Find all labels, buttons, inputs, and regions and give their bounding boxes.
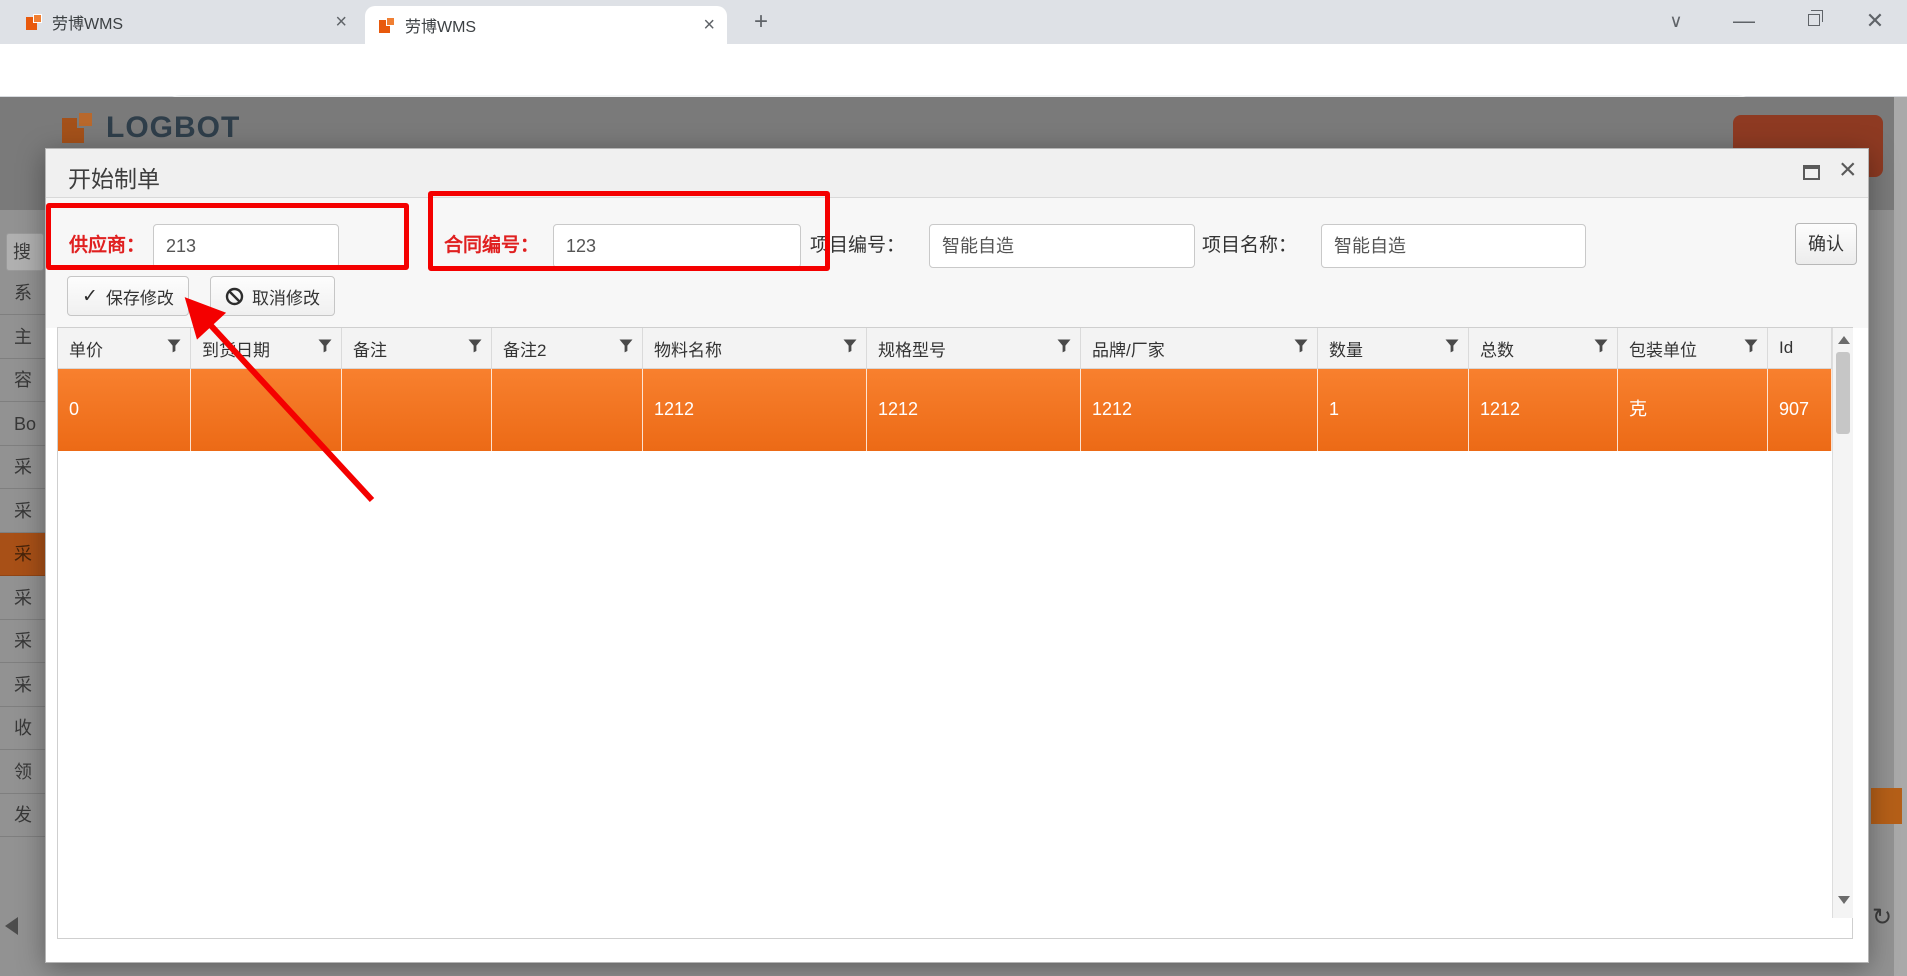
filter-funnel-icon[interactable]: [619, 338, 633, 358]
confirm-button[interactable]: 确认: [1795, 223, 1857, 265]
check-icon: ✓: [82, 285, 98, 307]
tab-strip: 劳博WMS × 劳博WMS × + ∨ — ✕: [0, 0, 1907, 44]
column-title: 规格型号: [878, 340, 946, 360]
grid-header-row: 单价 到货日期 备注 备注2 物料名称 规格型号 品牌/厂家 数量 总数 包装单位 Id: [58, 328, 1832, 369]
dialog-close-icon[interactable]: ×: [1839, 153, 1857, 187]
filter-funnel-icon[interactable]: [1294, 338, 1308, 358]
column-title: 包装单位: [1629, 340, 1697, 360]
field-input-4[interactable]: 智能自造: [1321, 224, 1586, 268]
scroll-down-icon[interactable]: [1838, 896, 1850, 904]
row-cell-包装单位: 克: [1618, 369, 1768, 451]
column-header-备注2[interactable]: 备注2: [492, 328, 643, 368]
column-header-物料名称[interactable]: 物料名称: [643, 328, 867, 368]
column-header-到货日期[interactable]: 到货日期: [191, 328, 342, 368]
save-changes-label: 保存修改: [105, 288, 174, 308]
field-label-3: 项目编号：: [810, 235, 906, 256]
site-favicon: [379, 17, 395, 33]
column-header-总数[interactable]: 总数: [1469, 328, 1618, 368]
row-cell-到货日期: [191, 369, 342, 451]
save-changes-button[interactable]: ✓ 保存修改: [67, 276, 189, 316]
column-title: 备注2: [503, 340, 547, 360]
column-header-数量[interactable]: 数量: [1318, 328, 1469, 368]
row-cell-数量: 1: [1318, 369, 1469, 451]
tab-title: 劳博WMS: [52, 16, 124, 33]
grid-vertical-scrollbar[interactable]: [1832, 328, 1853, 918]
filter-funnel-icon[interactable]: [1057, 338, 1071, 358]
tab-close-icon[interactable]: ×: [703, 15, 715, 35]
field-input-1[interactable]: 213: [153, 224, 339, 268]
column-title: 单价: [69, 340, 103, 360]
cancel-changes-label: 取消修改: [252, 288, 320, 308]
cancel-icon: [225, 287, 244, 305]
field-input-2[interactable]: 123: [553, 224, 801, 268]
page-refresh-icon[interactable]: ↻: [1872, 903, 1892, 932]
sidebar-search-input[interactable]: 搜: [6, 233, 44, 271]
dialog-maximize-icon[interactable]: [1803, 165, 1820, 180]
logbot-logo-icon: [62, 111, 96, 143]
column-header-品牌/厂家[interactable]: 品牌/厂家: [1081, 328, 1318, 368]
browser-toolbar: ← → ↻ i localhost:15129/Home/Index ☆ ⋮: [0, 44, 1907, 137]
filter-funnel-icon[interactable]: [1744, 338, 1758, 358]
browser-window: 劳博WMS × 劳博WMS × + ∨ — ✕ ← → ↻ i localhos…: [0, 0, 1907, 976]
column-header-包装单位[interactable]: 包装单位: [1618, 328, 1768, 368]
row-cell-物料名称: 1212: [643, 369, 867, 451]
field-label-1: 供应商：: [69, 235, 146, 256]
column-title: Id: [1779, 338, 1794, 357]
column-header-规格型号[interactable]: 规格型号: [867, 328, 1081, 368]
scroll-up-icon[interactable]: [1838, 336, 1850, 344]
row-cell-单价: 0: [58, 369, 191, 451]
row-cell-备注: [342, 369, 492, 451]
vertical-scroll-thumb[interactable]: [1836, 352, 1850, 434]
row-cell-备注2: [492, 369, 643, 451]
column-title: 品牌/厂家: [1092, 340, 1165, 360]
grid-selected-row[interactable]: 0 1212 1212 1212 1 1212 克 907: [58, 369, 1832, 451]
filter-funnel-icon[interactable]: [843, 338, 857, 358]
window-minimize-button[interactable]: —: [1726, 6, 1762, 36]
tab-2-active[interactable]: 劳博WMS ×: [365, 6, 727, 44]
start-order-dialog: 开始制单 × 确认 ✓ 保存修改 取消修改 单价 到货日期 备注 备注2 物料名称 规格型…: [45, 148, 1869, 963]
column-title: 备注: [353, 340, 387, 360]
tab-1[interactable]: 劳博WMS ×: [12, 0, 359, 44]
field-label-4: 项目名称：: [1202, 235, 1298, 256]
filter-funnel-icon[interactable]: [468, 338, 482, 358]
order-items-grid: 单价 到货日期 备注 备注2 物料名称 规格型号 品牌/厂家 数量 总数 包装单位 Id 0 1212…: [57, 327, 1853, 939]
tab-search-chevron-icon[interactable]: ∨: [1658, 6, 1694, 36]
row-cell-Id: 907: [1768, 369, 1832, 451]
dialog-title: 开始制单: [68, 166, 160, 192]
column-title: 总数: [1480, 340, 1514, 360]
tab-title: 劳博WMS: [405, 19, 477, 36]
column-title: 物料名称: [654, 340, 722, 360]
field-input-3[interactable]: 智能自造: [929, 224, 1195, 268]
filter-funnel-icon[interactable]: [1445, 338, 1459, 358]
column-header-单价[interactable]: 单价: [58, 328, 191, 368]
column-header-Id[interactable]: Id: [1768, 328, 1832, 368]
column-title: 到货日期: [202, 340, 270, 360]
row-cell-规格型号: 1212: [867, 369, 1081, 451]
logbot-logo: LOGBOT: [62, 111, 240, 145]
row-cell-品牌/厂家: 1212: [1081, 369, 1318, 451]
filter-funnel-icon[interactable]: [318, 338, 332, 358]
window-close-button[interactable]: ✕: [1857, 6, 1893, 36]
row-cell-总数: 1212: [1469, 369, 1618, 451]
new-tab-button[interactable]: +: [746, 8, 776, 38]
column-title: 数量: [1329, 340, 1363, 360]
tab-close-icon[interactable]: ×: [335, 12, 347, 32]
site-favicon: [26, 14, 42, 30]
sidebar-collapse-icon[interactable]: [5, 917, 18, 935]
cancel-changes-button[interactable]: 取消修改: [210, 276, 335, 316]
page-scrollbar-strip[interactable]: [1894, 97, 1907, 976]
column-header-备注[interactable]: 备注: [342, 328, 492, 368]
field-label-2: 合同编号：: [444, 235, 540, 256]
dialog-header[interactable]: 开始制单 ×: [46, 149, 1868, 198]
window-restore-button[interactable]: [1808, 10, 1823, 26]
filter-funnel-icon[interactable]: [167, 338, 181, 358]
page-orange-fragment: [1871, 788, 1902, 824]
logbot-logo-text: LOGBOT: [106, 111, 241, 144]
filter-funnel-icon[interactable]: [1594, 338, 1608, 358]
